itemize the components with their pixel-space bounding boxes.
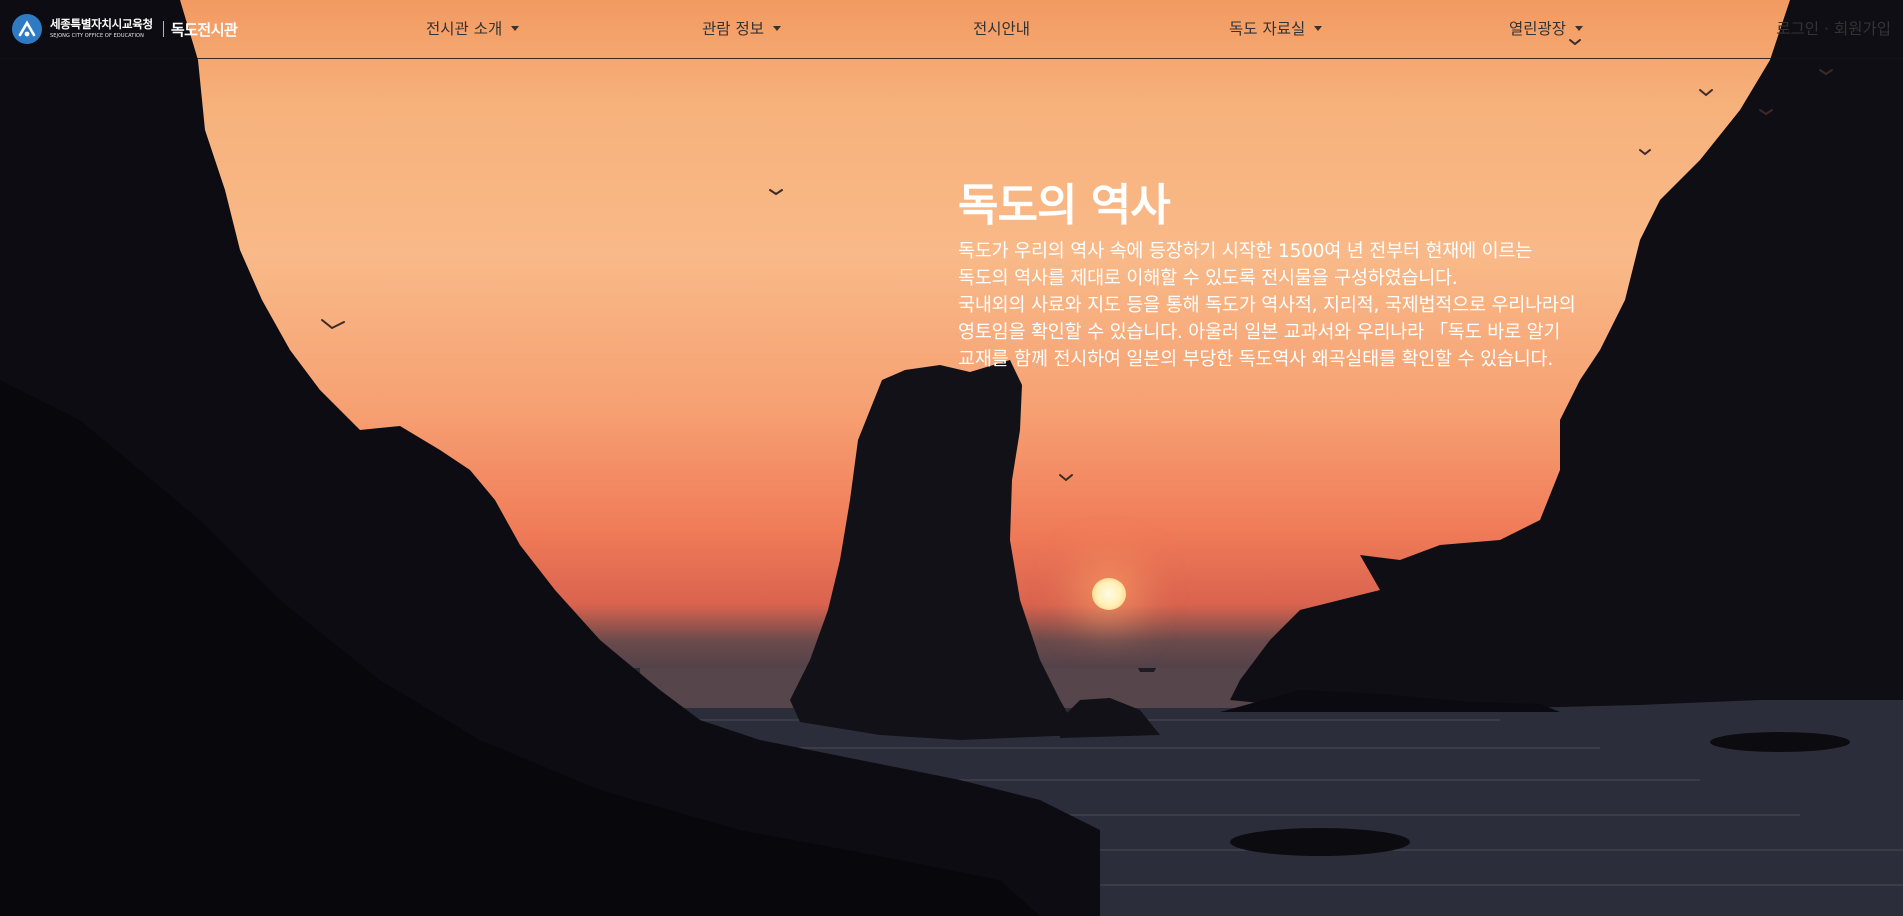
small-boat (1138, 668, 1156, 672)
nav-item-exhibition-intro[interactable]: 전시관 소개 (426, 17, 520, 39)
hero-title: 독도의 역사 (958, 180, 1171, 231)
caret-down-icon (1314, 26, 1323, 31)
center-rock (790, 360, 1080, 740)
nav-item-open-forum[interactable]: 열린광장 (1509, 17, 1584, 39)
nav-item-label: 관람 정보 (702, 20, 764, 38)
caret-down-icon (1575, 26, 1584, 31)
nav-item-visit-info[interactable]: 관람 정보 (702, 17, 781, 39)
org-name-ko: 세종특별자치시교육청 (50, 17, 153, 32)
hero-background-scene (0, 0, 1903, 916)
logo-link[interactable]: 세종특별자치시교육청 SEJONG CITY OFFICE OF EDUCATI… (12, 14, 238, 44)
water-rock (1230, 828, 1410, 856)
hero-description-line: 국내외의 사료와 지도 등을 통해 독도가 역사적, 지리적, 국제법적으로 우… (958, 295, 1576, 316)
nav-item-exhibition-guide[interactable]: 전시안내 (973, 17, 1030, 39)
nav-item-label: 전시안내 (973, 20, 1031, 38)
hero-description-line: 독도의 역사를 제대로 이해할 수 있도록 전시물을 구성하였습니다. (958, 268, 1458, 289)
org-name-en: SEJONG CITY OFFICE OF EDUCATION (50, 32, 144, 39)
nav-item-label: 독도 자료실 (1229, 20, 1306, 38)
water-rock (1710, 732, 1850, 752)
org-name: 세종특별자치시교육청 SEJONG CITY OFFICE OF EDUCATI… (50, 19, 153, 39)
hero-content: 독도의 역사 독도가 우리의 역사 속에 등장하기 시작한 1500여 년 전부… (958, 178, 1678, 373)
site-name: 독도전시관 (170, 20, 238, 39)
auth-links: 로그인 · 회원가입 (1776, 17, 1891, 39)
auth-separator: · (1824, 20, 1829, 38)
nav-item-label: 열린광장 (1509, 20, 1567, 38)
hero-description-line: 영토임을 확인할 수 있습니다. 아울러 일본 교과서와 우리나라 「독도 바로… (958, 322, 1561, 343)
caret-down-icon (511, 26, 520, 31)
caret-down-icon (772, 26, 781, 31)
nav-item-dokdo-archive[interactable]: 독도 자료실 (1229, 17, 1323, 39)
logo-divider (162, 21, 164, 37)
sejong-education-logo-icon (12, 14, 42, 44)
hero-description-line: 독도가 우리의 역사 속에 등장하기 시작한 1500여 년 전부터 현재에 이… (958, 241, 1533, 262)
hero-description-line: 교재를 함께 전시하여 일본의 부당한 독도역사 왜곡실태를 확인할 수 있습니… (958, 349, 1554, 370)
top-navbar: 세종특별자치시교육청 SEJONG CITY OFFICE OF EDUCATI… (0, 0, 1903, 59)
hero-section: 세종특별자치시교육청 SEJONG CITY OFFICE OF EDUCATI… (0, 0, 1903, 916)
login-link[interactable]: 로그인 (1776, 20, 1819, 38)
nav-item-label: 전시관 소개 (426, 20, 503, 38)
hero-description: 독도가 우리의 역사 속에 등장하기 시작한 1500여 년 전부터 현재에 이… (958, 238, 1678, 373)
signup-link[interactable]: 회원가입 (1834, 20, 1891, 38)
